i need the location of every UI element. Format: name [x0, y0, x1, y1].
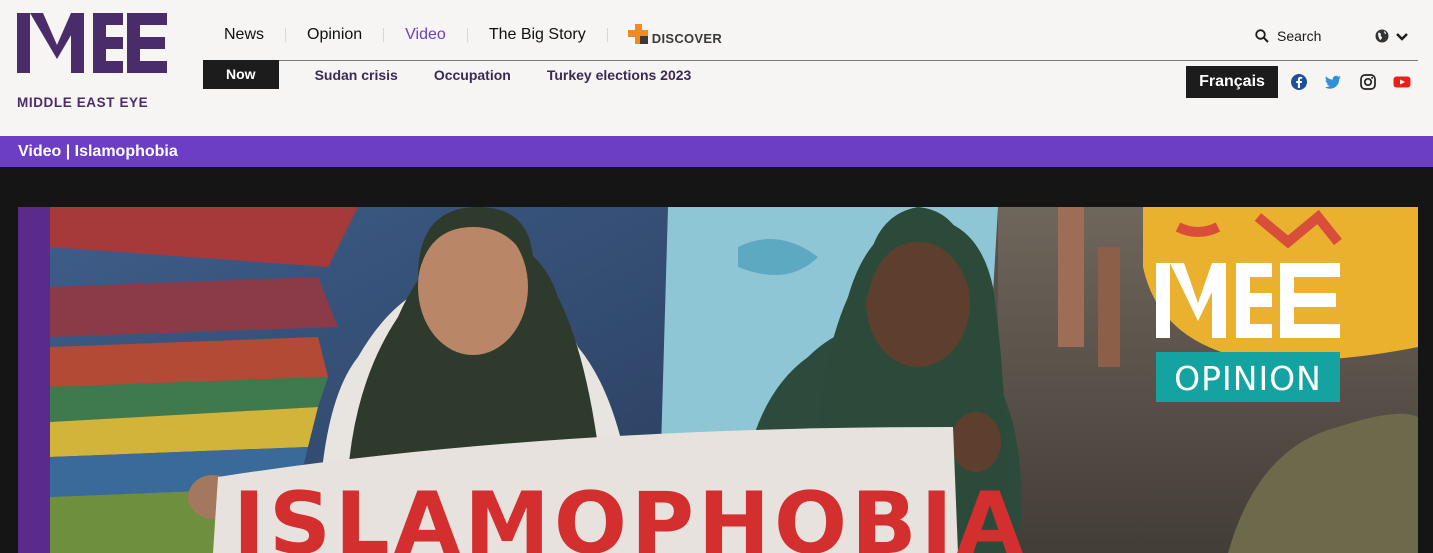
- youtube-icon[interactable]: [1393, 73, 1411, 91]
- search-button[interactable]: Search: [1255, 28, 1321, 44]
- overlay-opinion-label: OPINION: [1174, 359, 1322, 398]
- site-header: MIDDLE EAST EYE News Opinion Video The B…: [0, 0, 1433, 136]
- nav-item-news[interactable]: News: [203, 22, 285, 48]
- main-nav: News Opinion Video The Big Story DISCOVE…: [203, 22, 722, 48]
- hero-photo: ISLAMOPHOBIA OPINION: [18, 207, 1418, 553]
- breadcrumb-text: Video | Islamophobia: [18, 143, 178, 160]
- search-label: Search: [1277, 28, 1322, 44]
- breadcrumb: Video | Islamophobia: [0, 136, 1433, 167]
- language-selector[interactable]: [1375, 29, 1409, 45]
- facebook-icon[interactable]: [1290, 73, 1308, 91]
- nav-item-video[interactable]: Video: [384, 22, 467, 48]
- subnav-item-turkey-elections[interactable]: Turkey elections 2023: [547, 67, 691, 83]
- site-logo[interactable]: MIDDLE EAST EYE: [17, 13, 169, 110]
- nav-item-big-story[interactable]: The Big Story: [468, 22, 607, 48]
- banner-text: ISLAMOPHOBIA: [233, 474, 1027, 553]
- discover-plus-icon: [627, 24, 648, 44]
- sub-nav: Now Sudan crisis Occupation Turkey elect…: [203, 60, 691, 89]
- globe-icon: [1375, 29, 1389, 43]
- search-icon: [1255, 29, 1269, 43]
- hero-video-thumbnail[interactable]: ISLAMOPHOBIA OPINION: [18, 207, 1418, 553]
- now-button[interactable]: Now: [203, 60, 279, 89]
- nav-item-discover[interactable]: DISCOVER: [608, 22, 722, 48]
- twitter-icon[interactable]: [1324, 73, 1342, 91]
- language-button-french[interactable]: Français: [1186, 66, 1278, 98]
- instagram-icon[interactable]: [1359, 73, 1377, 91]
- nav-item-opinion[interactable]: Opinion: [286, 22, 383, 48]
- discover-label: DISCOVER: [651, 30, 723, 46]
- subnav-item-sudan-crisis[interactable]: Sudan crisis: [315, 67, 398, 83]
- logo-wordmark: MIDDLE EAST EYE: [17, 95, 149, 110]
- chevron-down-icon: [1396, 33, 1408, 41]
- subnav-item-occupation[interactable]: Occupation: [434, 67, 511, 83]
- mee-logo-mark: [17, 13, 167, 73]
